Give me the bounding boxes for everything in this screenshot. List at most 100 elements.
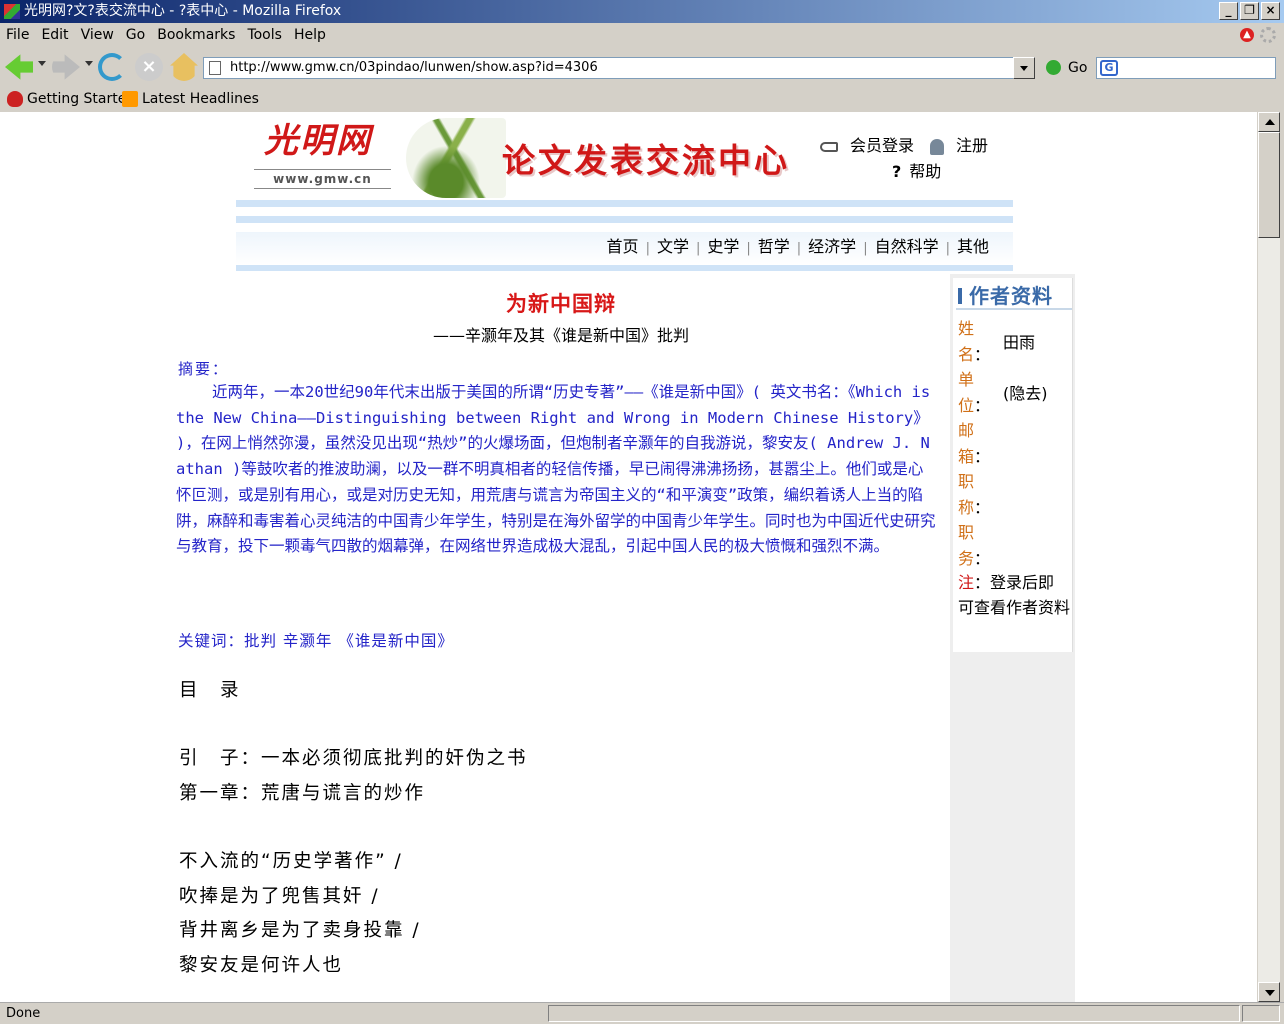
back-icon[interactable] [5, 54, 33, 80]
google-search-icon[interactable]: G [1100, 60, 1118, 76]
toc-item: 引 子：一本必须彻底批判的奸伪之书 [179, 748, 528, 769]
go-button[interactable]: Go [1046, 58, 1087, 78]
page-icon [209, 61, 221, 75]
nav-natural-science[interactable]: 自然科学 [875, 232, 939, 262]
nav-history[interactable]: 史学 [707, 232, 739, 262]
toc-item: 第一章：荒唐与谎言的炒作 [179, 783, 426, 804]
firefox-bookmark-icon [7, 91, 23, 107]
status-pane [548, 1005, 1240, 1022]
nav-separator: | [863, 241, 868, 256]
nav-separator: | [945, 241, 950, 256]
site-logo[interactable]: 光明网 [264, 120, 384, 162]
navigation-toolbar: × http://www.gmw.cn/03pindao/lunwen/show… [0, 47, 1284, 87]
rss-icon [122, 91, 138, 107]
scroll-thumb[interactable] [1258, 132, 1280, 238]
minimize-button[interactable]: _ [1219, 2, 1238, 20]
login-link[interactable]: 会员登录 [850, 136, 914, 155]
home-icon[interactable] [170, 53, 198, 81]
restore-button[interactable]: ❐ [1240, 2, 1259, 20]
register-link[interactable]: 注册 [956, 136, 988, 155]
bookmark-latest-headlines[interactable]: Latest Headlines [122, 87, 259, 111]
go-icon [1046, 60, 1061, 75]
nav-home[interactable]: 首页 [607, 232, 639, 262]
login-note: 注：登录后即可查看作者资料 [958, 573, 1071, 617]
register-icon [930, 138, 945, 155]
nav-literature[interactable]: 文学 [657, 232, 689, 262]
orchid-banner-image [406, 118, 506, 198]
menu-file[interactable]: File [0, 23, 35, 47]
site-nav: 首页 | 文学 | 史学 | 哲学 | 经济学 | 自然科学 | 其他 [236, 232, 1013, 265]
nav-philosophy[interactable]: 哲学 [758, 232, 790, 262]
article-subtitle: ——辛灏年及其《谁是新中国》批判 [432, 326, 689, 345]
nav-other[interactable]: 其他 [957, 232, 989, 262]
bookmarks-toolbar: Getting Started Latest Headlines [0, 87, 1284, 111]
abstract-label: 摘要： [178, 360, 230, 378]
reload-icon[interactable] [98, 53, 126, 81]
help-area: ? 帮助 [892, 158, 941, 182]
article: 为新中国辩 ——辛灏年及其《谁是新中国》批判 摘要： 近两年，一本20世纪90年… [173, 274, 949, 1002]
help-link[interactable]: 帮助 [909, 162, 941, 181]
vertical-scrollbar[interactable] [1257, 112, 1280, 1002]
help-icon: ? [892, 162, 902, 181]
site-title: 论文发表交流中心 [502, 141, 790, 180]
author-info-box: 作者资料 姓名： 田雨 单位： (隐去) 邮箱： 职称： 职务： 注：登录后即可… [953, 278, 1073, 652]
nav-separator: | [695, 241, 701, 256]
menu-edit[interactable]: Edit [35, 23, 74, 47]
forward-dropdown-icon[interactable] [85, 61, 93, 66]
window-title: 光明网?文?表交流中心 - ?表中心 - Mozilla Firefox [24, 3, 342, 19]
bookmark-label: Getting Started [27, 91, 136, 107]
abstract-text: 近两年，一本20世纪90年代末出版于美国的所谓“历史专著”——《谁是新中国》( … [176, 380, 936, 560]
close-button[interactable]: × [1261, 2, 1280, 20]
menu-help[interactable]: Help [288, 23, 332, 47]
page-viewport: 光明网 www.gmw.cn 论文发表交流中心 会员登录 注册 ? 帮助 首页 | 文学… [0, 112, 1257, 1002]
scroll-up-button[interactable] [1258, 112, 1280, 132]
nav-bottom-stripe [236, 265, 1013, 271]
nav-separator: | [796, 241, 802, 256]
toc-item: 背井离乡是为了卖身投靠 / [179, 920, 421, 941]
toc-heading: 目 录 [179, 680, 241, 701]
author-sidebar: 作者资料 姓名： 田雨 单位： (隐去) 邮箱： 职称： 职务： 注：登录后即可… [950, 274, 1075, 1002]
menu-view[interactable]: View [75, 23, 120, 47]
site-logo-url: www.gmw.cn [254, 169, 391, 189]
stop-icon[interactable]: × [135, 53, 163, 81]
bookmark-label: Latest Headlines [142, 91, 259, 107]
firefox-icon [4, 4, 20, 19]
menu-tools[interactable]: Tools [241, 23, 288, 47]
throbber-icon [1260, 27, 1276, 43]
nav-economics[interactable]: 经济学 [808, 232, 856, 262]
keywords: 关键词：批判 辛灏年 《谁是新中国》 [178, 632, 454, 650]
header-stripe [236, 200, 1013, 207]
toc-item: 黎安友是何许人也 [179, 955, 344, 976]
forward-icon[interactable] [52, 54, 80, 80]
nav-separator: | [746, 241, 751, 256]
key-icon [820, 141, 838, 152]
author-name: 田雨 [1003, 333, 1036, 352]
bookmark-getting-started[interactable]: Getting Started [7, 87, 135, 111]
menu-go[interactable]: Go [120, 23, 151, 47]
go-label: Go [1068, 60, 1088, 76]
login-area: 会员登录 注册 [820, 132, 988, 156]
position-label: 职务： [958, 523, 991, 568]
site-header: 光明网 www.gmw.cn 论文发表交流中心 会员登录 注册 ? 帮助 首页 | 文学… [236, 112, 1013, 272]
scroll-down-button[interactable] [1258, 982, 1280, 1002]
header-stripe [236, 216, 1013, 223]
menu-bookmarks[interactable]: Bookmarks [151, 23, 241, 47]
window-titlebar: 光明网?文?表交流中心 - ?表中心 - Mozilla Firefox _ ❐… [0, 0, 1284, 23]
name-label: 姓名： [958, 319, 991, 364]
abstract-body: 近两年，一本20世纪90年代末出版于美国的所谓“历史专著”——《谁是新中国》( … [176, 383, 936, 556]
url-bar[interactable]: http://www.gmw.cn/03pindao/lunwen/show.a… [203, 57, 1035, 79]
update-alert-icon[interactable]: ▲ [1240, 28, 1254, 42]
unit-label: 单位： [958, 370, 991, 415]
job-title-label: 职称： [958, 472, 991, 517]
nav-separator: | [645, 241, 650, 256]
url-text: http://www.gmw.cn/03pindao/lunwen/show.a… [230, 60, 598, 75]
author-info-heading: 作者资料 [956, 282, 1072, 310]
window-controls: _ ❐ × [1219, 2, 1280, 20]
email-label: 邮箱： [958, 421, 991, 466]
status-bar: Done [0, 1002, 1284, 1024]
url-history-dropdown[interactable] [1013, 57, 1035, 79]
search-input[interactable]: G [1096, 57, 1276, 79]
back-dropdown-icon[interactable] [38, 61, 46, 66]
article-title: 为新中国辩 [506, 292, 616, 316]
toc-item: 吹捧是为了兜售其奸 / [179, 886, 380, 907]
